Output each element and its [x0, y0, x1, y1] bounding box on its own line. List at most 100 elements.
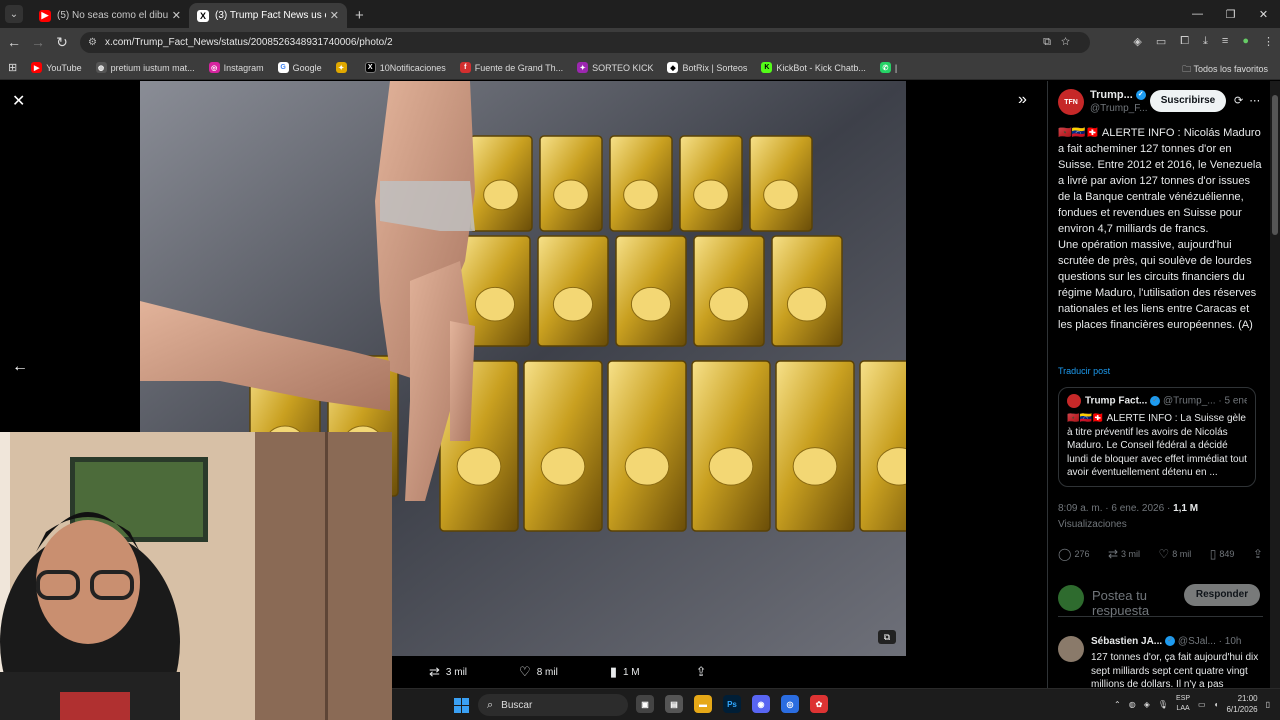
close-tab-icon[interactable]: ✕ [330, 9, 339, 22]
retweet-count: 3 mil [1121, 549, 1141, 559]
reply-input[interactable]: Postea tu respuesta [1092, 588, 1172, 618]
author-avatar[interactable]: TFN [1058, 89, 1084, 115]
bookmark-fuente-gta[interactable]: f Fuente de Grand Th... [459, 62, 563, 73]
more-options-icon[interactable]: ⟳⋯ [1234, 94, 1266, 107]
quoted-post[interactable]: Trump Fact...✓ @Trump_... · 5 ene. 🇲🇦🇻🇪🇨… [1058, 387, 1256, 487]
reply-time: · 10h [1218, 636, 1242, 647]
quote-text: 🇲🇦🇻🇪🇨🇭 ALERTE INFO : La Suisse gèle à ti… [1067, 413, 1247, 478]
views-button[interactable]: ▮ 1 M [610, 664, 640, 680]
bookmark-instagram[interactable]: ◎ Instagram [208, 62, 264, 73]
bookmark-kickbot[interactable]: K KickBot - Kick Chatb... [761, 62, 866, 73]
reply-submit-button[interactable]: Responder [1184, 584, 1260, 606]
panel-scrollbar[interactable] [1270, 81, 1280, 688]
clock[interactable]: 21:00 6/1/2026 [1226, 693, 1257, 715]
app-icon[interactable]: ▤ [665, 695, 683, 713]
address-bar[interactable]: ⚙ x.com/Trump_Fact_News/status/200852634… [80, 32, 1090, 53]
task-view-icon[interactable]: ▣ [636, 695, 654, 713]
author-name[interactable]: Trump... ✓ [1090, 89, 1146, 101]
apps-icon[interactable]: ⊞ [8, 61, 17, 74]
bookmark-pretium[interactable]: ◍ pretium iustum mat... [95, 62, 195, 73]
share-button[interactable]: ⇪ [696, 664, 713, 680]
bookmark-star-icon[interactable]: ⧉☆ [1043, 36, 1080, 49]
retweet-icon: ⇄ [1107, 547, 1119, 561]
bookmark-google[interactable]: G Google [277, 62, 322, 73]
close-tab-icon[interactable]: ✕ [172, 9, 181, 22]
photoshop-icon[interactable]: Ps [723, 695, 741, 713]
tab-search-button[interactable]: ⌄ [5, 5, 23, 23]
bookmark-youtube[interactable]: ▶ YouTube [31, 62, 82, 73]
tray-app-icon[interactable]: ◍ [1129, 700, 1136, 709]
author-handle[interactable]: @Trump_F... [1090, 103, 1148, 114]
all-favorites-folder[interactable]: 🗀 Todos los favoritos [1182, 62, 1268, 78]
bookmark-label: 10Notificaciones [379, 62, 446, 73]
site-info-icon[interactable]: ⚙ [88, 37, 97, 48]
media-icon[interactable]: ≡ [1222, 35, 1228, 48]
bar-chart-icon: ▮ [609, 664, 617, 679]
bookmark-sorteo-kick[interactable]: ✦ SORTEO KICK [577, 62, 653, 73]
scrollbar-thumb[interactable] [1272, 95, 1278, 235]
menu-icon[interactable]: ⋮ [1263, 35, 1274, 48]
tab-youtube[interactable]: ▶ (5) No seas como el dibujito y ... ✕ [31, 3, 189, 28]
reply-button[interactable]: ◯ 276 [1058, 547, 1089, 561]
notification-icon[interactable]: ▯ [1266, 700, 1270, 709]
previous-photo-icon[interactable]: ← [12, 358, 28, 376]
clock-time: 21:00 [1237, 694, 1258, 703]
like-button[interactable]: ♡ 8 mil [519, 664, 558, 680]
share-button[interactable]: ⇪ [1253, 547, 1263, 561]
bookmark-pinwheel[interactable]: ✦ [335, 62, 351, 73]
taskbar-search[interactable]: ⌕ Buscar [478, 694, 628, 716]
close-icon[interactable]: ✕ [12, 91, 25, 111]
minimize-icon[interactable]: — [1181, 0, 1214, 28]
translate-post-link[interactable]: Traducir post [1058, 366, 1110, 376]
post-views-count: 1,1 M [1173, 503, 1199, 514]
alt-text-icon[interactable]: ⧉ [878, 630, 896, 644]
browser-extensions: ◈ ▭ ⧠ ⤓ ≡ ● ⋮ [1133, 35, 1274, 48]
bookmark-whatsapp[interactable]: ✆ | [879, 62, 897, 73]
post-text: 🇲🇦🇻🇪🇨🇭 ALERTE INFO : Nicolás Maduro a fa… [1058, 127, 1262, 331]
retweet-button[interactable]: ⇄ 3 mil [429, 664, 467, 680]
bookmark-button[interactable]: ▯ 849 [1210, 547, 1235, 561]
reload-icon[interactable]: ↻ [50, 34, 74, 51]
x-icon: X [197, 9, 209, 22]
windows-start-icon[interactable] [454, 698, 469, 713]
network-icon[interactable]: ▭ [1198, 700, 1206, 709]
back-arrow-icon[interactable]: ← [2, 34, 26, 50]
retweet-button[interactable]: ⇄ 3 mil [1108, 547, 1140, 561]
bookmark-label: pretium iustum mat... [110, 62, 195, 73]
new-tab-button[interactable]: + [355, 7, 364, 24]
toolbar: ← → ↻ ⚙ x.com/Trump_Fact_News/status/200… [0, 28, 1280, 56]
close-window-icon[interactable]: ✕ [1247, 0, 1280, 28]
file-explorer-icon[interactable]: ▬ [694, 695, 712, 713]
subscribe-button[interactable]: Suscribirse [1150, 90, 1226, 112]
chrome-icon[interactable]: ◎ [781, 695, 799, 713]
reply-header: Sébastien JA... ✓ @SJal... · 10h [1091, 636, 1263, 647]
microphone-icon[interactable]: 🎙 [1158, 700, 1168, 709]
forward-arrow-icon[interactable]: → [26, 34, 50, 50]
post-timestamp[interactable]: 8:09 a. m. · 6 ene. 2026 · [1058, 503, 1170, 514]
bookmark-notificaciones[interactable]: X 10Notificaciones [364, 62, 446, 73]
verified-badge-icon: ✓ [1165, 636, 1176, 647]
extension-icon[interactable]: ◈ [1133, 35, 1141, 48]
tab-x-post[interactable]: X (3) Trump Fact News us en X: "... ✕ [189, 3, 347, 28]
volume-icon[interactable]: ◖ [1214, 700, 1219, 709]
extension-icon[interactable]: ▭ [1156, 35, 1166, 48]
youtube-icon: ▶ [39, 9, 51, 22]
download-icon[interactable]: ⤓ [1203, 35, 1208, 48]
bookmark-label: Instagram [223, 62, 264, 73]
app-icon[interactable]: ✿ [810, 695, 828, 713]
profile-icon[interactable]: ● [1242, 35, 1249, 48]
bookmark-botrix[interactable]: ◆ BotRix | Sorteos [667, 62, 747, 73]
discord-icon[interactable]: ◉ [752, 695, 770, 713]
post-panel: TFN Trump... ✓ @Trump_F... Suscribirse ⟳⋯… [1047, 81, 1270, 688]
puzzle-icon[interactable]: ⧠ [1180, 35, 1189, 48]
like-button[interactable]: ♡ 8 mil [1159, 547, 1192, 561]
botrix-icon: ◆ [667, 62, 679, 73]
chevron-up-icon[interactable]: ⌃ [1114, 700, 1121, 709]
pinwheel-icon: ✦ [335, 62, 347, 73]
collapse-panel-icon[interactable]: » [1018, 91, 1027, 109]
reply-avatar[interactable] [1058, 636, 1084, 662]
tray-app-icon[interactable]: ◈ [1144, 700, 1150, 709]
language-indicator[interactable]: ESP LAA [1176, 694, 1190, 714]
post-meta: 8:09 a. m. · 6 ene. 2026 · 1,1 M Visuali… [1058, 501, 1198, 533]
restore-icon[interactable]: ❐ [1214, 0, 1247, 28]
